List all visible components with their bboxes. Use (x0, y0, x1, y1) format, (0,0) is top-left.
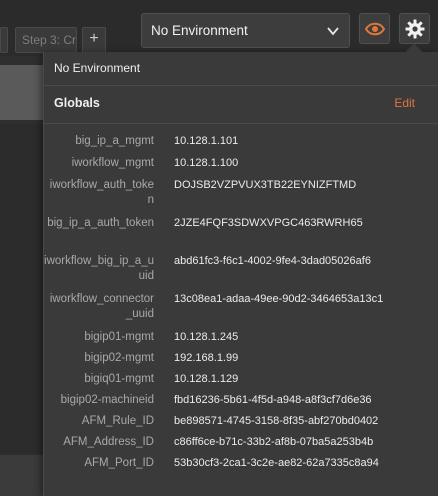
variable-key: iworkflow_connector_uuid (49, 293, 154, 320)
no-environment-label: No Environment (54, 61, 141, 75)
variable-row: iworkflow_mgmt 10.128.1.100 (44, 156, 438, 178)
variable-key: iworkflow_mgmt (71, 157, 154, 169)
variable-value: 10.128.1.245 (174, 331, 239, 343)
variable-value: 10.128.1.100 (174, 157, 239, 169)
globals-variable-list: big_ip_a_mgmt 10.128.1.101 iworkflow_mgm… (44, 134, 438, 477)
divider (44, 85, 438, 86)
variable-value: 192.168.1.99 (174, 352, 239, 364)
chevron-down-icon (327, 27, 339, 36)
variable-key: AFM_Port_ID (84, 457, 154, 469)
variable-row: big_ip_a_auth_token 2JZE4FQF3SDWXVPGC463… (44, 216, 438, 254)
variable-value: abd61fc3-f6c1-4002-9fe4-3dad05026af6 (174, 255, 371, 267)
edit-globals-link[interactable]: Edit (394, 96, 415, 110)
variable-key: bigip02-machineid (60, 394, 154, 406)
variable-key: iworkflow_big_ip_a_uuid (44, 255, 154, 282)
variable-value: c86ff6ce-b71c-33b2-af8b-07ba5a253b4b (174, 436, 374, 448)
variable-row: big_ip_a_mgmt 10.128.1.101 (44, 134, 438, 156)
quick-look-button[interactable] (359, 13, 390, 44)
variable-row: iworkflow_auth_token DOJSB2VZPVUX3TB22EY… (44, 178, 438, 216)
variable-key: iworkflow_auth_token (49, 179, 154, 206)
tab-step-3[interactable]: Step 3: Cre (15, 27, 77, 53)
variable-row: iworkflow_big_ip_a_uuid abd61fc3-f6c1-40… (44, 254, 438, 292)
variable-row: bigiq01-mgmt 10.128.1.129 (44, 372, 438, 393)
globals-heading: Globals (54, 96, 100, 110)
variable-row: AFM_Address_ID c86ff6ce-b71c-33b2-af8b-0… (44, 435, 438, 456)
variable-row: AFM_Rule_ID be898571-4745-3158-8f35-abf2… (44, 414, 438, 435)
tab-step-3-label: Step 3: Cre (22, 33, 77, 47)
manage-environments-button[interactable] (399, 13, 430, 44)
variable-key: big_ip_a_auth_token (47, 217, 154, 229)
eye-icon (364, 22, 385, 35)
variable-key: bigip01-mgmt (84, 331, 154, 343)
variable-key: AFM_Rule_ID (81, 415, 154, 427)
variable-row: bigip02-machineid fbd16236-5b61-4f5d-a94… (44, 393, 438, 414)
variable-key: bigiq01-mgmt (84, 373, 154, 385)
variable-key: big_ip_a_mgmt (75, 135, 154, 147)
variable-row: AFM_Port_ID 53b30cf3-2ca1-3c2e-ae82-62a7… (44, 456, 438, 477)
variable-value: 10.128.1.129 (174, 373, 239, 385)
variable-value: DOJSB2VZPVUX3TB22EYNIZFTMD (174, 179, 357, 191)
variable-row: bigip02-mgmt 192.168.1.99 (44, 351, 438, 372)
variable-value: 53b30cf3-2ca1-3c2e-ae82-62a7335c8a94 (174, 457, 379, 469)
variable-row: iworkflow_connector_uuid 13c08ea1-adaa-4… (44, 292, 438, 330)
variable-value: 2JZE4FQF3SDWXVPGC463RWRH65 (174, 217, 363, 229)
variable-key: AFM_Address_ID (63, 436, 154, 448)
tab-partial-left[interactable] (0, 27, 8, 53)
environment-select[interactable]: No Environment (141, 13, 350, 48)
divider (44, 123, 438, 124)
variable-value: 13c08ea1-adaa-49ee-90d2-3464653a13c1 (174, 293, 384, 305)
variable-value: 10.128.1.101 (174, 135, 239, 147)
environment-select-value: No Environment (151, 23, 248, 38)
variable-row: bigip01-mgmt 10.128.1.245 (44, 330, 438, 351)
variable-key: bigip02-mgmt (84, 352, 154, 364)
add-tab-button[interactable]: + (82, 27, 106, 53)
variable-value: be898571-4745-3158-8f35-abf270bd0402 (174, 415, 379, 427)
gear-icon (405, 19, 424, 38)
environment-quick-look-popover: No Environment Globals Edit big_ip_a_mgm… (43, 43, 438, 496)
variable-value: fbd16236-5b61-4f5d-a948-a8f3cf7d6e36 (174, 394, 372, 406)
